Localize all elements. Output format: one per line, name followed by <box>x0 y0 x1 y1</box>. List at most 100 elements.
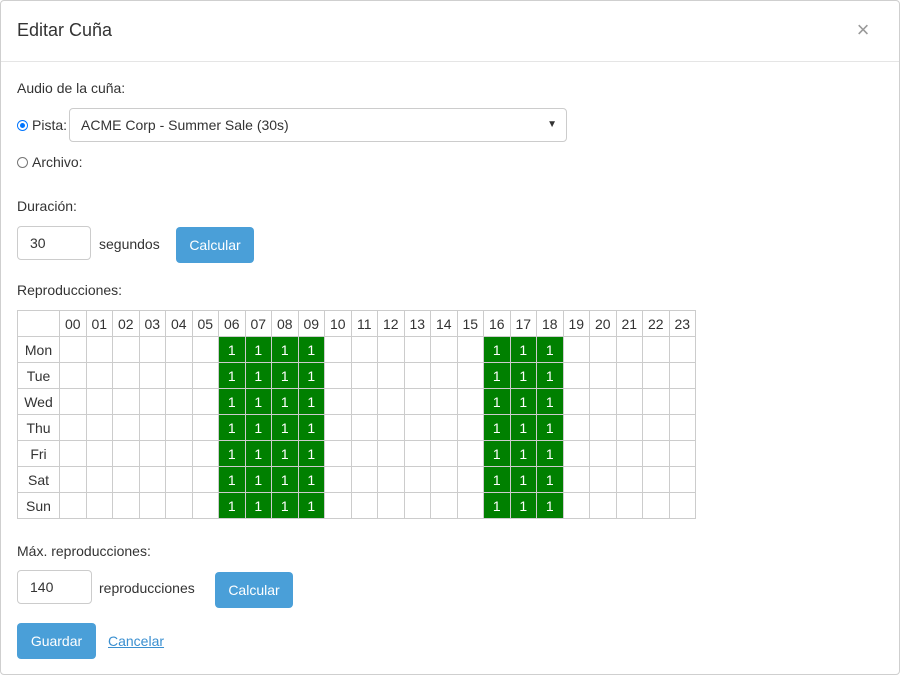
schedule-cell[interactable] <box>138 362 166 389</box>
schedule-cell[interactable] <box>456 388 484 415</box>
schedule-cell[interactable]: 1 <box>244 492 272 519</box>
schedule-cell[interactable] <box>403 440 431 467</box>
schedule-cell[interactable] <box>589 362 617 389</box>
schedule-cell[interactable] <box>191 414 219 441</box>
schedule-cell[interactable]: 1 <box>271 492 299 519</box>
schedule-cell[interactable] <box>138 388 166 415</box>
schedule-cell[interactable] <box>191 388 219 415</box>
schedule-cell[interactable] <box>668 388 696 415</box>
schedule-cell[interactable] <box>138 336 166 363</box>
schedule-cell[interactable]: 1 <box>297 492 325 519</box>
schedule-cell[interactable] <box>430 362 458 389</box>
schedule-cell[interactable] <box>59 466 87 493</box>
schedule-cell[interactable]: 1 <box>509 492 537 519</box>
schedule-cell[interactable]: 1 <box>218 388 246 415</box>
schedule-cell[interactable] <box>350 414 378 441</box>
track-radio[interactable] <box>17 119 28 131</box>
schedule-cell[interactable] <box>112 466 140 493</box>
schedule-cell[interactable] <box>377 336 405 363</box>
max-plays-input[interactable]: 140 <box>17 570 92 604</box>
schedule-cell[interactable]: 1 <box>483 336 511 363</box>
schedule-cell[interactable] <box>589 492 617 519</box>
schedule-cell[interactable]: 1 <box>483 388 511 415</box>
schedule-cell[interactable]: 1 <box>297 336 325 363</box>
schedule-cell[interactable]: 1 <box>271 414 299 441</box>
schedule-cell[interactable]: 1 <box>536 414 564 441</box>
schedule-cell[interactable]: 1 <box>244 414 272 441</box>
schedule-cell[interactable] <box>324 336 352 363</box>
schedule-cell[interactable] <box>615 466 643 493</box>
schedule-cell[interactable] <box>403 466 431 493</box>
schedule-cell[interactable] <box>642 466 670 493</box>
schedule-cell[interactable] <box>165 388 193 415</box>
schedule-cell[interactable] <box>377 492 405 519</box>
schedule-cell[interactable]: 1 <box>536 492 564 519</box>
schedule-cell[interactable] <box>138 440 166 467</box>
schedule-cell[interactable] <box>112 414 140 441</box>
calculate-duration-button[interactable]: Calcular <box>176 227 254 263</box>
schedule-cell[interactable] <box>615 414 643 441</box>
schedule-cell[interactable] <box>642 362 670 389</box>
schedule-cell[interactable] <box>191 492 219 519</box>
schedule-cell[interactable]: 1 <box>297 466 325 493</box>
schedule-cell[interactable] <box>112 440 140 467</box>
schedule-cell[interactable] <box>324 440 352 467</box>
schedule-cell[interactable]: 1 <box>271 388 299 415</box>
schedule-cell[interactable]: 1 <box>509 388 537 415</box>
schedule-cell[interactable] <box>165 440 193 467</box>
schedule-cell[interactable]: 1 <box>271 440 299 467</box>
file-radio[interactable] <box>17 156 28 168</box>
schedule-cell[interactable]: 1 <box>297 440 325 467</box>
schedule-cell[interactable] <box>562 336 590 363</box>
schedule-cell[interactable]: 1 <box>509 336 537 363</box>
schedule-cell[interactable] <box>165 336 193 363</box>
schedule-cell[interactable] <box>112 388 140 415</box>
schedule-cell[interactable] <box>59 362 87 389</box>
schedule-cell[interactable] <box>377 414 405 441</box>
calculate-max-plays-button[interactable]: Calcular <box>215 572 293 608</box>
schedule-cell[interactable]: 1 <box>218 492 246 519</box>
schedule-cell[interactable]: 1 <box>536 466 564 493</box>
schedule-cell[interactable] <box>642 336 670 363</box>
schedule-cell[interactable] <box>668 440 696 467</box>
cancel-link[interactable]: Cancelar <box>108 633 164 649</box>
schedule-cell[interactable] <box>165 466 193 493</box>
schedule-cell[interactable] <box>112 492 140 519</box>
schedule-cell[interactable] <box>456 440 484 467</box>
schedule-cell[interactable] <box>350 440 378 467</box>
schedule-cell[interactable] <box>456 336 484 363</box>
save-button[interactable]: Guardar <box>17 623 96 659</box>
schedule-cell[interactable]: 1 <box>509 440 537 467</box>
schedule-cell[interactable] <box>85 388 113 415</box>
schedule-cell[interactable] <box>138 492 166 519</box>
schedule-cell[interactable] <box>85 336 113 363</box>
schedule-cell[interactable] <box>324 388 352 415</box>
duration-input[interactable]: 30 <box>17 226 91 260</box>
schedule-cell[interactable]: 1 <box>244 440 272 467</box>
schedule-cell[interactable] <box>615 362 643 389</box>
schedule-cell[interactable] <box>589 388 617 415</box>
schedule-cell[interactable] <box>668 336 696 363</box>
schedule-cell[interactable] <box>615 492 643 519</box>
schedule-cell[interactable]: 1 <box>509 466 537 493</box>
schedule-cell[interactable]: 1 <box>483 466 511 493</box>
schedule-cell[interactable]: 1 <box>244 466 272 493</box>
schedule-cell[interactable] <box>589 466 617 493</box>
schedule-cell[interactable] <box>668 414 696 441</box>
schedule-cell[interactable] <box>191 466 219 493</box>
schedule-cell[interactable]: 1 <box>244 336 272 363</box>
schedule-cell[interactable] <box>430 492 458 519</box>
schedule-cell[interactable] <box>165 492 193 519</box>
schedule-cell[interactable]: 1 <box>244 388 272 415</box>
schedule-cell[interactable] <box>562 492 590 519</box>
schedule-cell[interactable]: 1 <box>536 388 564 415</box>
schedule-cell[interactable] <box>350 388 378 415</box>
schedule-cell[interactable] <box>59 492 87 519</box>
schedule-cell[interactable] <box>138 414 166 441</box>
schedule-cell[interactable] <box>112 336 140 363</box>
schedule-cell[interactable] <box>59 388 87 415</box>
close-icon[interactable]: × <box>853 18 873 42</box>
schedule-cell[interactable]: 1 <box>218 466 246 493</box>
schedule-cell[interactable] <box>642 414 670 441</box>
schedule-cell[interactable] <box>430 414 458 441</box>
